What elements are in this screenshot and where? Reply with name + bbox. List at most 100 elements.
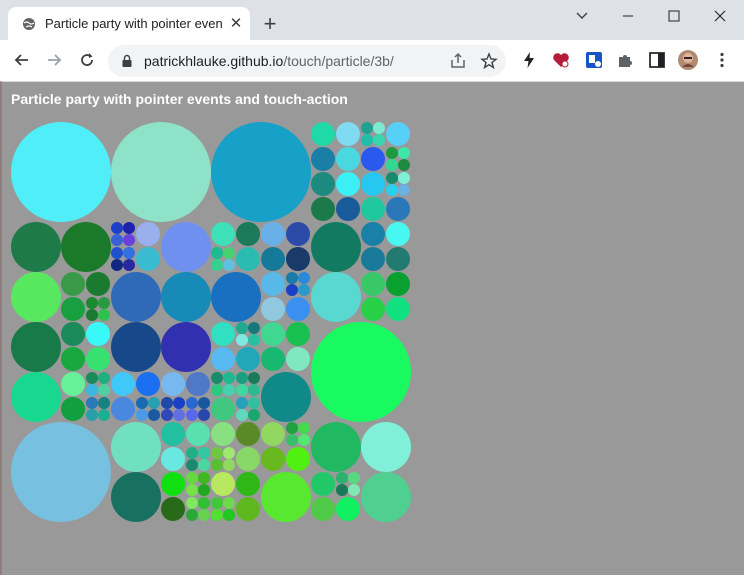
particle xyxy=(136,397,148,409)
chevron-down-icon[interactable] xyxy=(572,8,592,24)
particle xyxy=(98,297,110,309)
particle xyxy=(198,509,210,521)
particle xyxy=(211,397,235,421)
particle xyxy=(161,222,211,272)
particle xyxy=(248,322,260,334)
particle xyxy=(298,434,310,446)
lock-icon[interactable] xyxy=(120,54,134,68)
kebab-menu-icon[interactable] xyxy=(712,50,732,70)
avatar[interactable] xyxy=(678,50,698,70)
globe-icon xyxy=(23,18,35,30)
particle xyxy=(236,347,260,371)
close-icon[interactable]: ✕ xyxy=(228,16,244,32)
particle xyxy=(86,384,98,396)
particle xyxy=(111,234,123,246)
particle xyxy=(386,297,410,321)
particle xyxy=(311,197,335,221)
particle xyxy=(286,347,310,371)
forward-icon[interactable] xyxy=(44,50,64,70)
particle xyxy=(111,259,123,271)
particle xyxy=(261,347,285,371)
particle xyxy=(386,122,410,146)
url-text[interactable]: patrickhlauke.github.io/touch/particle/3… xyxy=(144,53,394,69)
particle xyxy=(148,409,160,421)
particle xyxy=(361,422,411,472)
particle xyxy=(236,422,260,446)
particle xyxy=(111,372,135,396)
particle xyxy=(348,472,360,484)
back-icon[interactable] xyxy=(12,50,32,70)
particle xyxy=(361,122,373,134)
particle xyxy=(261,372,311,422)
particle xyxy=(211,459,223,471)
reload-icon[interactable] xyxy=(77,50,97,70)
particle xyxy=(161,447,185,471)
particle xyxy=(186,372,210,396)
close-window-icon[interactable] xyxy=(710,8,730,24)
particle xyxy=(311,272,361,322)
active-tab[interactable]: Particle party with pointer events and t… xyxy=(8,7,250,40)
particle xyxy=(386,184,398,196)
particle xyxy=(136,409,148,421)
particle xyxy=(248,372,260,384)
particle xyxy=(336,122,360,146)
particle xyxy=(173,409,185,421)
particle xyxy=(248,397,260,409)
particle xyxy=(111,397,135,421)
particle xyxy=(11,222,61,272)
particle xyxy=(211,222,235,246)
particle xyxy=(161,372,185,396)
particle xyxy=(86,372,98,384)
side-panel-icon[interactable] xyxy=(647,50,667,70)
extension-badge-icon[interactable] xyxy=(584,50,604,70)
particle xyxy=(286,434,298,446)
particle xyxy=(286,297,310,321)
bolt-icon[interactable] xyxy=(519,50,539,70)
particle xyxy=(98,409,110,421)
particle xyxy=(398,159,410,171)
particle xyxy=(186,459,198,471)
particle xyxy=(161,422,185,446)
particle xyxy=(11,422,111,522)
particle xyxy=(198,397,210,409)
particle xyxy=(286,284,298,296)
particle xyxy=(373,134,385,146)
particle xyxy=(236,397,248,409)
particle xyxy=(86,397,98,409)
particle xyxy=(136,372,160,396)
particle xyxy=(311,122,335,146)
page-title: Particle party with pointer events and t… xyxy=(11,91,348,107)
star-icon[interactable] xyxy=(479,51,499,71)
particle xyxy=(311,472,335,496)
particle xyxy=(186,409,198,421)
particle xyxy=(361,134,373,146)
particle xyxy=(361,222,385,246)
tab-strip: Particle party with pointer events and t… xyxy=(0,0,744,40)
address-bar[interactable]: patrickhlauke.github.io/touch/particle/3… xyxy=(108,45,506,77)
particle xyxy=(236,447,260,471)
particle xyxy=(261,422,285,446)
particle-canvas[interactable] xyxy=(0,81,744,575)
particle xyxy=(186,447,198,459)
particle xyxy=(361,472,411,522)
particle xyxy=(298,284,310,296)
particle xyxy=(336,472,348,484)
particle xyxy=(361,172,385,196)
particle xyxy=(86,347,110,371)
puzzle-icon[interactable] xyxy=(615,50,635,70)
particle xyxy=(211,372,223,384)
minimize-icon[interactable] xyxy=(618,8,638,24)
share-icon[interactable] xyxy=(448,51,468,71)
particle xyxy=(211,347,235,371)
particle xyxy=(136,222,160,246)
maximize-icon[interactable] xyxy=(664,8,684,24)
heart-extension-icon[interactable] xyxy=(551,50,571,70)
particle xyxy=(186,422,210,446)
particle xyxy=(61,297,85,321)
particle xyxy=(173,397,185,409)
particle xyxy=(386,272,410,296)
plus-icon[interactable]: + xyxy=(260,13,280,35)
particle xyxy=(198,409,210,421)
particle xyxy=(211,384,223,396)
particle xyxy=(211,509,223,521)
